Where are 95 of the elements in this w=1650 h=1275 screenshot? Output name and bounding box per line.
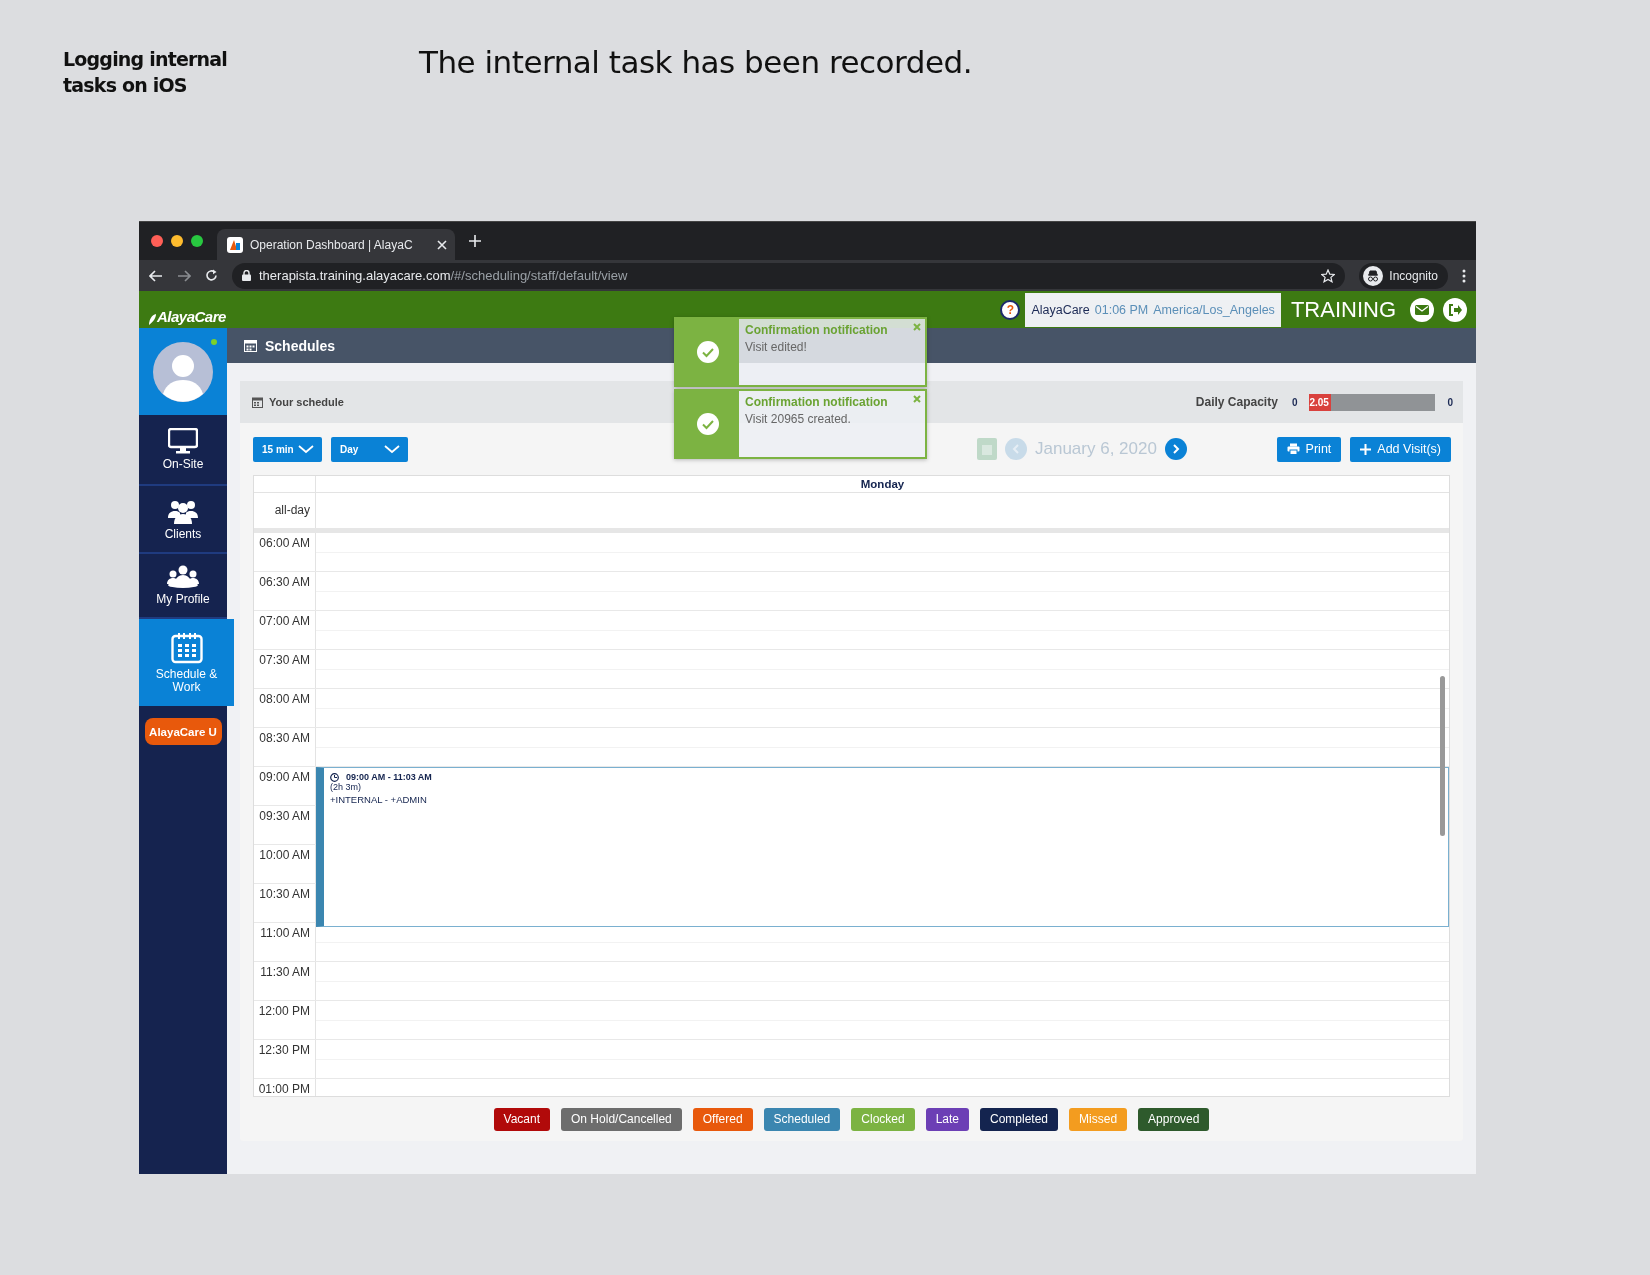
checkmark-icon — [696, 341, 719, 363]
chevron-left-icon — [1012, 444, 1020, 454]
time-label: 08:00 AM — [254, 689, 316, 727]
legend-chip: Approved — [1138, 1108, 1210, 1131]
group-icon — [167, 565, 199, 589]
capacity-fill: 2.05 — [1309, 393, 1331, 411]
page-title: Schedules — [265, 337, 336, 354]
interval-dropdown[interactable]: 15 min — [253, 436, 322, 462]
time-label: 11:30 AM — [254, 962, 316, 1000]
avatar-icon — [153, 341, 213, 402]
minimize-window-icon[interactable] — [171, 235, 183, 247]
sidebar-item-label: Schedule & Work — [154, 667, 219, 694]
logout-button[interactable] — [1443, 297, 1467, 322]
alayacare-u-button[interactable]: AlayaCare U — [144, 718, 222, 745]
plus-icon — [1360, 443, 1372, 455]
forward-arrow-icon[interactable] — [177, 269, 191, 282]
mail-button[interactable] — [1410, 297, 1434, 322]
organization-name: AlayaCare — [1031, 302, 1090, 317]
notification-title: Confirmation notification — [745, 395, 889, 409]
browser-tab[interactable]: Operation Dashboard | AlayaC — [217, 229, 455, 260]
sidebar-item[interactable]: On-Site — [139, 415, 227, 486]
legend-chip: Scheduled — [763, 1108, 841, 1131]
maximize-window-icon[interactable] — [191, 235, 203, 247]
time-label: 07:30 AM — [254, 650, 316, 688]
chevron-right-icon — [1171, 444, 1180, 454]
caret-icon — [384, 444, 400, 454]
print-button[interactable]: Print — [1276, 436, 1342, 462]
view-dropdown[interactable]: Day — [331, 436, 408, 462]
url-text: therapista.training.alayacare.com/#/scheduling/staff/default/view — [259, 268, 628, 283]
sidebar-item-label: Clients — [164, 527, 202, 541]
checkmark-icon — [696, 413, 719, 435]
time-label: 12:30 PM — [254, 1040, 316, 1078]
current-time: 01:06 PM — [1094, 302, 1149, 317]
slide-headline: The internal task has been recorded. — [419, 44, 973, 82]
capacity-label: Daily Capacity — [1195, 395, 1278, 409]
date-label: January 6, 2020 — [1035, 439, 1157, 459]
time-label: 06:30 AM — [254, 572, 316, 610]
day-header: Monday — [859, 477, 906, 492]
all-day-label: all-day — [254, 493, 316, 528]
time-label: 07:00 AM — [254, 611, 316, 649]
sidebar-item[interactable]: Schedule & Work — [139, 619, 234, 706]
clock-icon — [330, 772, 339, 782]
star-icon[interactable] — [1321, 268, 1336, 283]
slide-title: Logging internal tasks on iOS — [63, 47, 229, 98]
time-label: 06:00 AM — [254, 533, 316, 571]
capacity-min: 0 — [1291, 396, 1298, 408]
next-day-button[interactable] — [1164, 438, 1187, 460]
event-duration: (2h 3m) — [330, 782, 362, 792]
logo-text: AlayaCare — [157, 307, 226, 325]
legend-chip: Offered — [692, 1108, 753, 1131]
notification-title: Confirmation notification — [745, 323, 889, 337]
add-visit-button[interactable]: Add Visit(s) — [1350, 436, 1451, 462]
timezone: America/Los_Angeles — [1153, 302, 1275, 317]
time-label: 08:30 AM — [254, 728, 316, 766]
envelope-icon — [1415, 304, 1429, 315]
incognito-button[interactable]: Incognito — [1359, 262, 1448, 289]
event-time: 09:00 AM - 11:03 AM — [346, 772, 432, 782]
legend-chip: On Hold/Cancelled — [561, 1108, 682, 1131]
close-window-icon[interactable] — [151, 235, 163, 247]
legend-chip: Late — [925, 1108, 969, 1131]
notification-message: Visit edited! — [745, 340, 808, 354]
legend-chip: Completed — [980, 1108, 1059, 1131]
app-favicon — [227, 236, 243, 253]
address-bar[interactable]: therapista.training.alayacare.com/#/scheduling/staff/default/view — [232, 262, 1346, 289]
printer-icon — [1286, 443, 1300, 455]
notification-message: Visit 20965 created. — [745, 412, 852, 426]
scrollbar-thumb[interactable] — [1440, 676, 1445, 836]
interval-value: 15 min — [262, 443, 294, 455]
sidebar-item-label: My Profile — [156, 593, 210, 606]
event-title: +INTERNAL - +ADMIN — [330, 794, 428, 805]
caret-icon — [298, 444, 314, 454]
more-menu-icon[interactable] — [1462, 268, 1466, 283]
help-button[interactable]: ? — [1000, 299, 1021, 320]
back-arrow-icon[interactable] — [149, 269, 163, 282]
visit-event[interactable]: 09:00 AM - 11:03 AM (2h 3m) +INTERNAL - +ADMIN — [316, 767, 1449, 927]
view-value: Day — [340, 443, 359, 455]
logout-icon — [1448, 303, 1462, 316]
reload-icon[interactable] — [205, 269, 218, 282]
lock-icon — [242, 270, 251, 281]
new-tab-icon[interactable] — [469, 235, 481, 247]
sidebar-item[interactable]: Clients — [139, 486, 227, 554]
tab-title: Operation Dashboard | AlayaC — [250, 237, 414, 252]
legend-chip: Clocked — [851, 1108, 915, 1131]
incognito-icon — [1363, 265, 1384, 286]
schedule-title: Your schedule — [269, 396, 344, 408]
time-label: 01:00 PM — [254, 1079, 316, 1096]
time-label: 12:00 PM — [254, 1001, 316, 1039]
leaf-icon — [147, 312, 157, 325]
capacity-max: 0 — [1447, 396, 1453, 408]
monitor-icon — [168, 428, 198, 454]
environment-label: TRAINING — [1290, 296, 1396, 323]
app-logo[interactable]: AlayaCare — [147, 294, 226, 325]
legend-chip: Missed — [1069, 1108, 1128, 1131]
sidebar-item-label: On-Site — [162, 458, 204, 471]
legend-chip: Vacant — [493, 1108, 551, 1131]
